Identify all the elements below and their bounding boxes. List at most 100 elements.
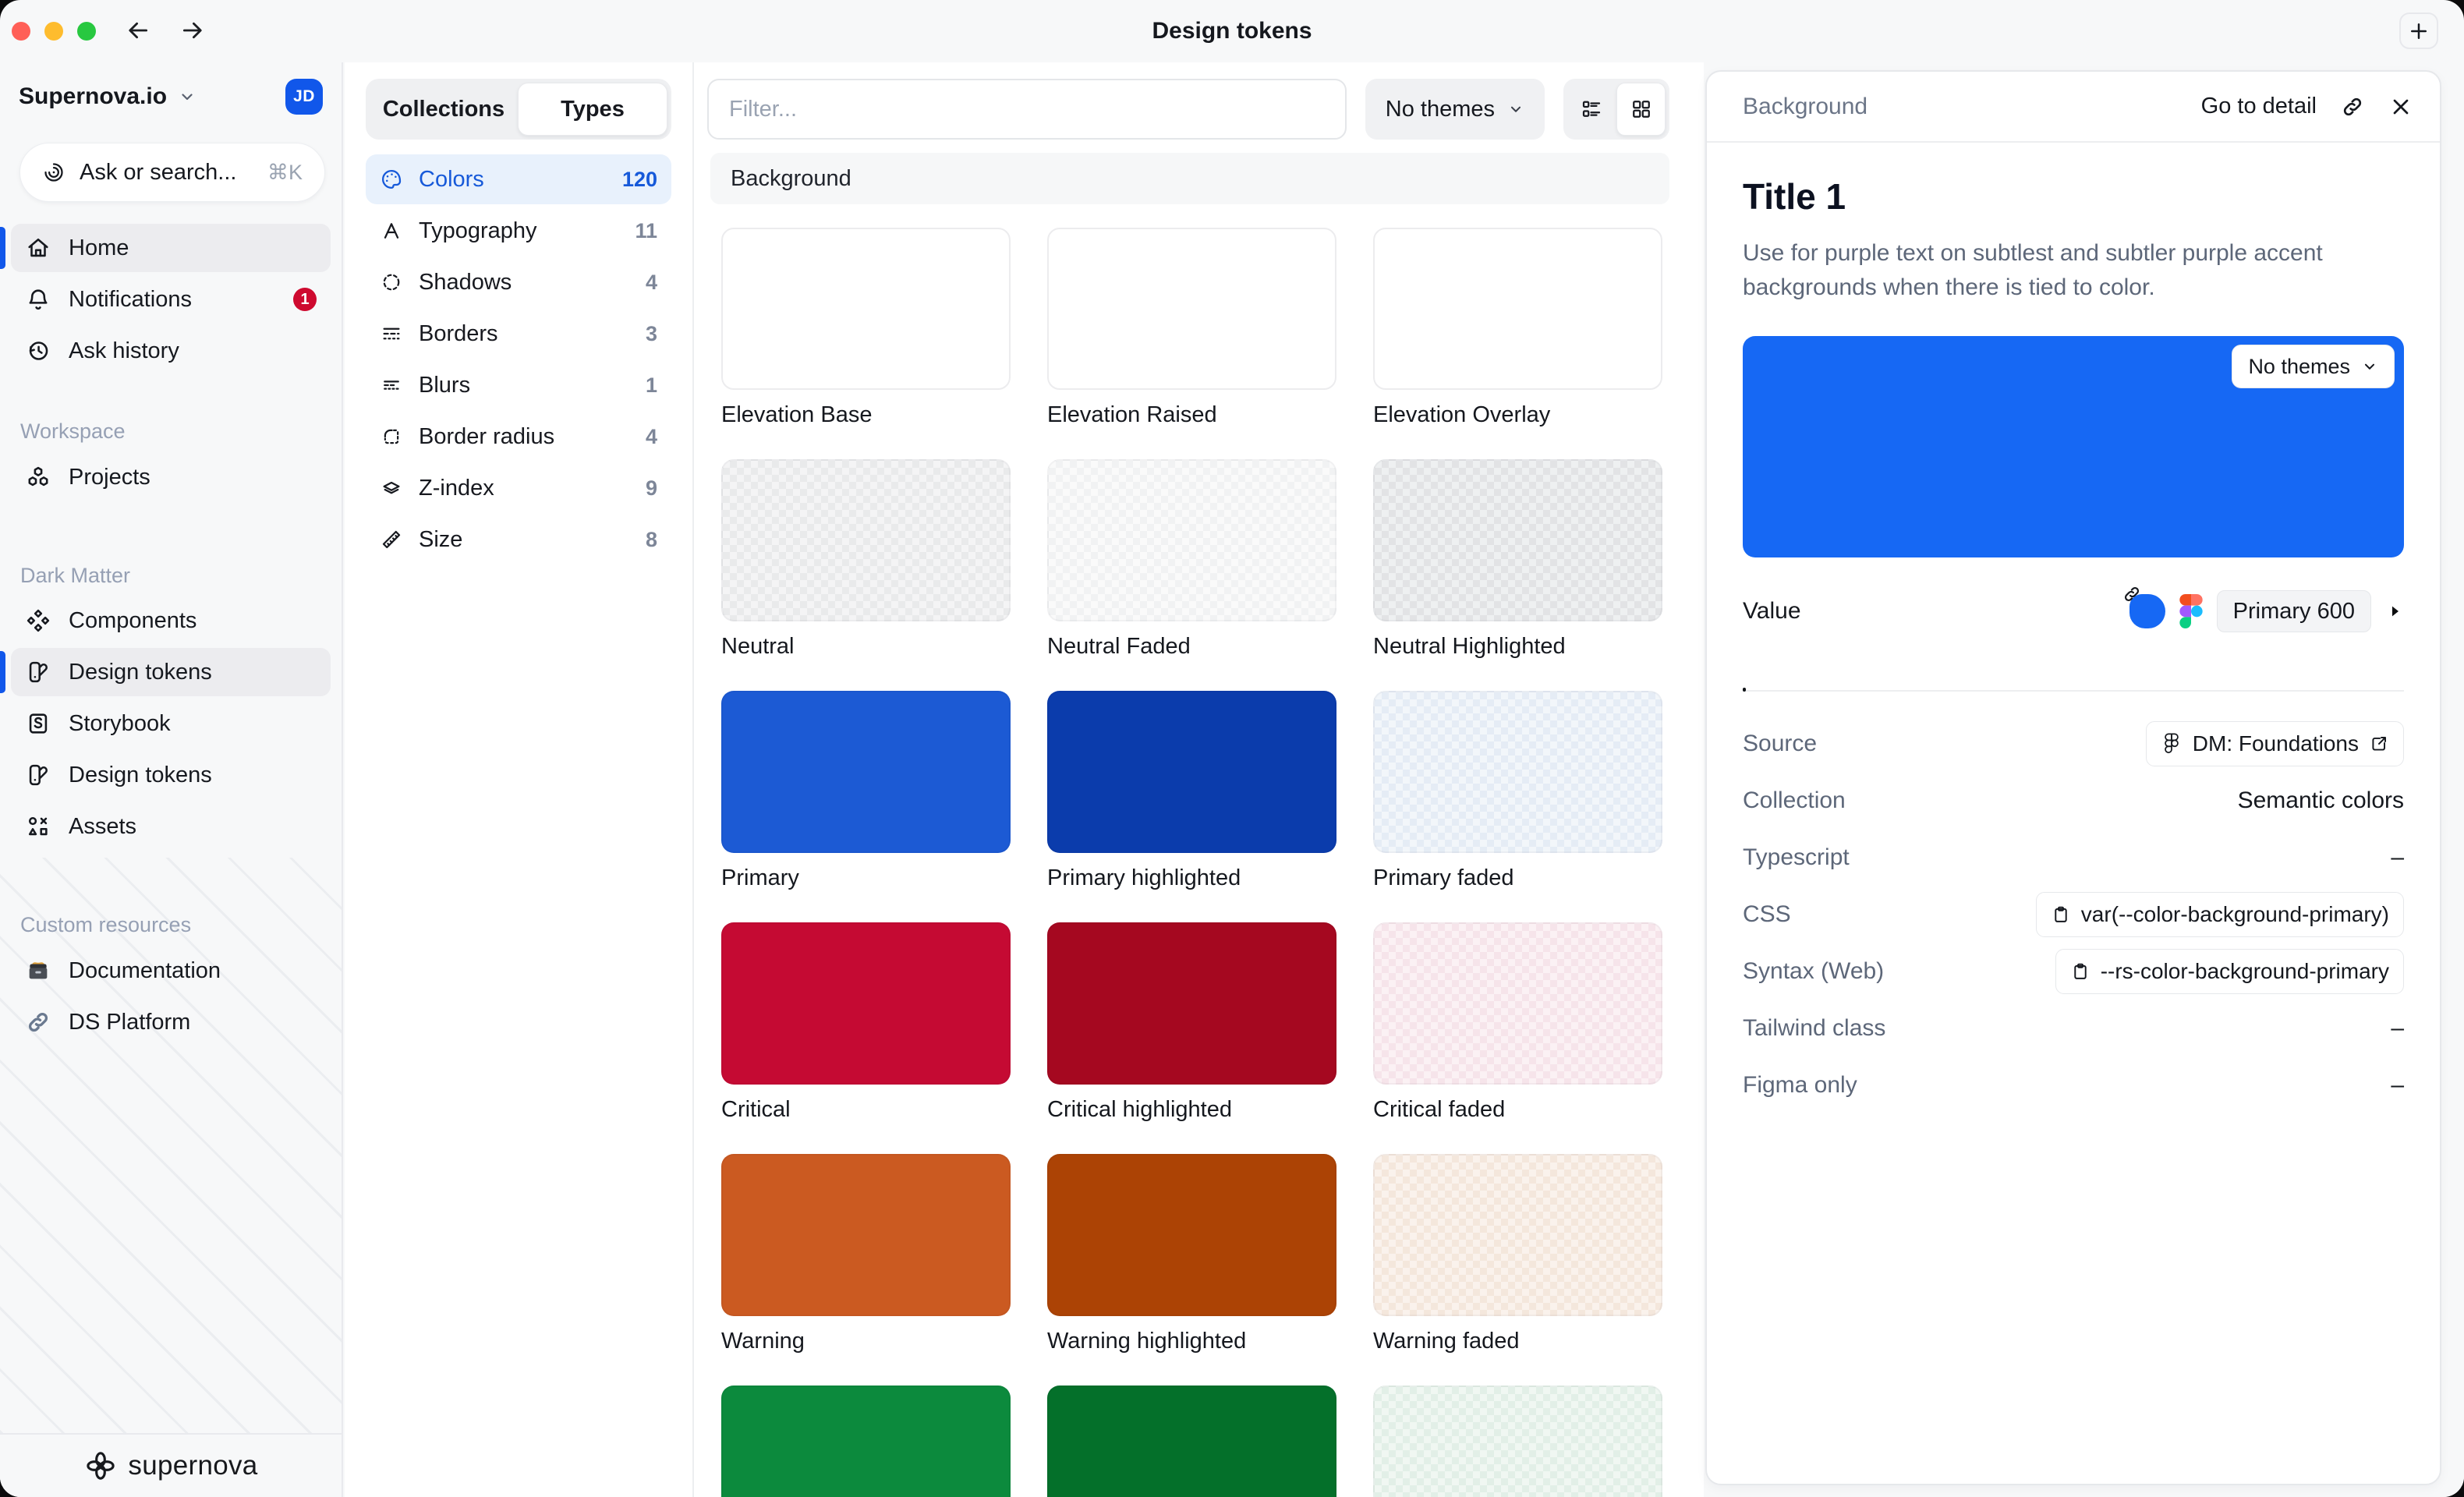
copy-pill[interactable]: var(--color-background-primary) — [2036, 892, 2404, 937]
value-reference-pill[interactable]: Primary 600 — [2217, 590, 2371, 632]
type-item[interactable]: Shadows 4 — [366, 257, 671, 307]
caret-right-icon[interactable] — [2385, 602, 2404, 621]
type-item[interactable]: Size 8 — [366, 515, 671, 564]
token-label: Elevation Base — [721, 402, 1011, 430]
close-icon[interactable] — [2388, 94, 2413, 119]
token-group-header[interactable]: Background — [710, 153, 1669, 204]
token-swatch[interactable] — [1047, 691, 1336, 853]
type-item[interactable]: Colors 120 — [366, 154, 671, 204]
type-item[interactable]: Z-index 9 — [366, 463, 671, 513]
sidebar-item[interactable]: Projects — [11, 453, 331, 501]
source-pill[interactable]: DM: Foundations — [2146, 721, 2404, 766]
inspector-tab[interactable] — [1743, 671, 1746, 690]
token-swatch[interactable] — [1373, 691, 1662, 853]
type-item[interactable]: Typography 11 — [366, 206, 671, 256]
token-swatch[interactable] — [721, 459, 1011, 621]
add-button[interactable] — [2399, 12, 2438, 49]
sidebar-item[interactable]: Notifications 1 — [11, 275, 331, 324]
copy-pill[interactable]: --rs-color-background-primary — [2055, 949, 2404, 994]
token-cell[interactable]: Critical faded — [1373, 922, 1662, 1125]
token-label: Neutral — [721, 634, 1011, 662]
workspace-switcher[interactable]: Supernova.io — [19, 83, 196, 110]
attribute-row: Source DM: Foundations — [1743, 715, 2404, 772]
token-cell[interactable]: Elevation Raised — [1047, 228, 1336, 430]
token-swatch[interactable] — [721, 1154, 1011, 1316]
token-cell[interactable]: Warning highlighted — [1047, 1154, 1336, 1357]
token-swatch[interactable] — [721, 691, 1011, 853]
token-cell[interactable]: Critical highlighted — [1047, 922, 1336, 1125]
token-cell[interactable]: Warning — [721, 1154, 1011, 1357]
token-swatch[interactable] — [1047, 1154, 1336, 1316]
sidebar-item[interactable]: DS Platform — [11, 998, 331, 1046]
token-swatch[interactable] — [1047, 228, 1336, 390]
grid-view-button[interactable] — [1616, 83, 1666, 136]
token-swatch[interactable] — [721, 1386, 1011, 1497]
token-swatch[interactable] — [721, 228, 1011, 390]
sidebar-custom-resources-nav: Documentation DS Platform — [11, 947, 331, 1049]
sidebar: Supernova.io JD Ask or search... ⌘K Home… — [0, 62, 343, 1497]
list-view-button[interactable] — [1567, 83, 1615, 136]
sidebar-item[interactable]: Assets — [11, 802, 331, 851]
sidebar-item[interactable]: Documentation — [11, 947, 331, 995]
token-cell[interactable]: Neutral Faded — [1047, 459, 1336, 662]
workspace-name: Supernova.io — [19, 83, 167, 110]
copy-link-icon[interactable] — [2340, 94, 2365, 119]
token-label: Warning — [721, 1329, 1011, 1357]
shadows-icon — [380, 271, 403, 294]
token-cell[interactable]: Primary highlighted — [1047, 691, 1336, 894]
token-cell[interactable]: Neutral Highlighted — [1373, 459, 1662, 662]
keyboard-shortcut: ⌘K — [267, 161, 303, 185]
token-swatch[interactable] — [1373, 1154, 1662, 1316]
type-label: Border radius — [419, 424, 554, 450]
token-swatch[interactable] — [1047, 1386, 1336, 1497]
go-to-detail-link[interactable]: Go to detail — [2201, 94, 2317, 119]
type-item[interactable]: Borders 3 — [366, 309, 671, 359]
token-swatch[interactable] — [1373, 459, 1662, 621]
sidebar-item[interactable]: Components — [11, 596, 331, 645]
sidebar-item[interactable]: Ask history — [11, 327, 331, 375]
attribute-label: Figma only — [1743, 1072, 1857, 1099]
color-preview: No themes — [1743, 336, 2404, 557]
sidebar-workspace-nav: Projects — [11, 453, 331, 504]
preview-themes-label: No themes — [2248, 355, 2350, 379]
token-label: Warning highlighted — [1047, 1329, 1336, 1357]
token-cell[interactable]: Elevation Overlay — [1373, 228, 1662, 430]
token-swatch[interactable] — [1047, 922, 1336, 1085]
token-cell[interactable]: Primary — [721, 691, 1011, 894]
token-cell[interactable]: Neutral — [721, 459, 1011, 662]
attribute-label: Source — [1743, 731, 1817, 757]
ask-search-bar[interactable]: Ask or search... ⌘K — [19, 143, 325, 202]
panel-tab[interactable]: Collections — [370, 83, 518, 136]
sidebar-item[interactable]: Design tokens — [11, 751, 331, 799]
type-item[interactable]: Border radius 4 — [366, 412, 671, 462]
app-window: Design tokens Supernova.io JD Ask or sea… — [0, 0, 2464, 1497]
token-swatch[interactable] — [1373, 922, 1662, 1085]
type-count: 3 — [646, 322, 657, 346]
ask-swirl-icon — [42, 161, 65, 184]
filter-input[interactable] — [707, 79, 1347, 140]
inspector-tab[interactable] — [1791, 671, 1794, 690]
token-cell[interactable]: Primary faded — [1373, 691, 1662, 894]
token-cell[interactable]: Critical — [721, 922, 1011, 1125]
token-swatch[interactable] — [1373, 1386, 1662, 1497]
token-swatch[interactable] — [1047, 459, 1336, 621]
sidebar-hatch-pattern — [0, 858, 342, 1433]
token-cell[interactable]: Warning faded — [1373, 1154, 1662, 1357]
attribute-row: Tailwind class – — [1743, 1000, 2404, 1056]
token-cell[interactable] — [1047, 1386, 1336, 1497]
avatar[interactable]: JD — [285, 79, 323, 115]
token-swatch[interactable] — [1373, 228, 1662, 390]
token-cell[interactable]: Elevation Base — [721, 228, 1011, 430]
token-cell[interactable] — [1373, 1386, 1662, 1497]
type-item[interactable]: Blurs 1 — [366, 360, 671, 410]
token-label: Critical highlighted — [1047, 1097, 1336, 1125]
themes-dropdown[interactable]: No themes — [1365, 79, 1545, 140]
sidebar-item[interactable]: Design tokens — [11, 648, 331, 696]
size-icon — [380, 528, 403, 551]
sidebar-item[interactable]: Home — [11, 224, 331, 272]
panel-tab[interactable]: Types — [518, 83, 667, 136]
preview-themes-dropdown[interactable]: No themes — [2232, 345, 2395, 388]
token-swatch[interactable] — [721, 922, 1011, 1085]
sidebar-item[interactable]: Storybook — [11, 699, 331, 748]
token-cell[interactable] — [721, 1386, 1011, 1497]
